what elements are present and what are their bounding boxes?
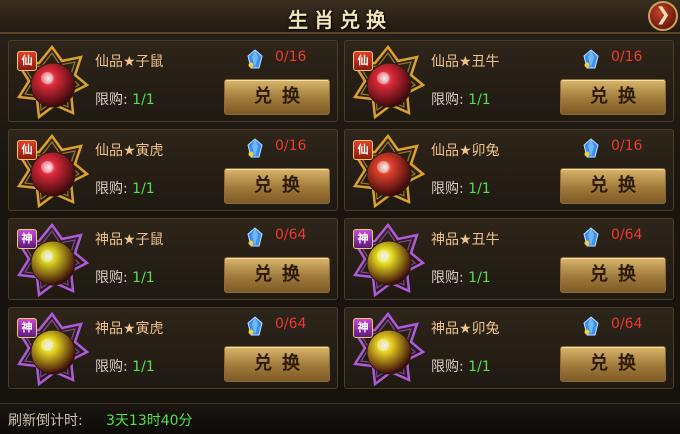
exchange-button[interactable]: 兑换: [224, 346, 330, 382]
item-card: 神 神品★子鼠 0/64 限购: 1/1 兑换: [8, 218, 338, 300]
tier-badge: 神: [353, 318, 373, 338]
item-card: 神 神品★丑牛 0/64 限购: 1/1 兑换: [344, 218, 674, 300]
limit-label: 限购:: [95, 270, 128, 286]
cost-counter: 0/16: [611, 49, 643, 65]
purchase-limit: 限购: 1/1: [95, 267, 155, 287]
cost-counter: 0/64: [611, 316, 643, 332]
tier-badge: 仙: [17, 51, 37, 71]
blue-crystal-icon: [583, 227, 599, 247]
purchase-limit: 限购: 1/1: [431, 356, 491, 376]
exchange-button[interactable]: 兑换: [560, 79, 666, 115]
blue-crystal-icon: [583, 316, 599, 336]
blue-crystal-icon: [583, 49, 599, 69]
tier-badge: 神: [353, 229, 373, 249]
exchange-button[interactable]: 兑换: [560, 168, 666, 204]
limit-value: 1/1: [132, 92, 155, 108]
item-card: 仙 仙品★子鼠 0/16 限购: 1/1 兑换: [8, 40, 338, 122]
item-name: 仙品★丑牛: [431, 54, 500, 70]
close-arrow-icon[interactable]: ❯: [648, 1, 678, 31]
item-name: 神品★丑牛: [431, 232, 500, 248]
cost-counter: 0/64: [275, 316, 307, 332]
item-name: 仙品★卯兔: [431, 143, 500, 159]
exchange-button[interactable]: 兑换: [560, 346, 666, 382]
blue-crystal-icon: [247, 49, 263, 69]
item-card: 仙 仙品★卯兔 0/16 限购: 1/1 兑换: [344, 129, 674, 211]
purchase-limit: 限购: 1/1: [431, 89, 491, 109]
exchange-button[interactable]: 兑换: [560, 257, 666, 293]
purchase-limit: 限购: 1/1: [95, 178, 155, 198]
limit-value: 1/1: [132, 270, 155, 286]
blue-crystal-icon: [247, 138, 263, 158]
tier-badge: 神: [17, 229, 37, 249]
item-card: 仙 仙品★寅虎 0/16 限购: 1/1 兑换: [8, 129, 338, 211]
tier-badge: 仙: [17, 140, 37, 160]
item-name: 仙品★寅虎: [95, 143, 164, 159]
tier-badge: 仙: [353, 51, 373, 71]
limit-label: 限购:: [95, 359, 128, 375]
item-name: 神品★卯兔: [431, 321, 500, 337]
exchange-button[interactable]: 兑换: [224, 168, 330, 204]
item-name: 仙品★子鼠: [95, 54, 164, 70]
blue-crystal-icon: [247, 227, 263, 247]
limit-value: 1/1: [468, 359, 491, 375]
limit-value: 1/1: [132, 181, 155, 197]
limit-label: 限购:: [95, 181, 128, 197]
tier-badge: 神: [17, 318, 37, 338]
cost-counter: 0/16: [611, 138, 643, 154]
page-title: 生肖兑换: [288, 8, 392, 32]
item-card: 仙 仙品★丑牛 0/16 限购: 1/1 兑换: [344, 40, 674, 122]
refresh-countdown: 3天13时40分: [106, 413, 193, 429]
limit-label: 限购:: [431, 359, 464, 375]
refresh-footer: 刷新倒计时: 3天13时40分: [0, 403, 680, 434]
exchange-button[interactable]: 兑换: [224, 79, 330, 115]
cost-counter: 0/64: [611, 227, 643, 243]
limit-label: 限购:: [431, 92, 464, 108]
item-name: 神品★寅虎: [95, 321, 164, 337]
limit-value: 1/1: [132, 359, 155, 375]
exchange-button[interactable]: 兑换: [224, 257, 330, 293]
purchase-limit: 限购: 1/1: [431, 267, 491, 287]
exchange-panel: 生肖兑换 ❯ 仙 仙品★子鼠 0/16 限购: 1/1 兑换 仙 仙品★丑牛 0…: [0, 0, 680, 434]
limit-label: 限购:: [95, 92, 128, 108]
purchase-limit: 限购: 1/1: [431, 178, 491, 198]
blue-crystal-icon: [583, 138, 599, 158]
tier-badge: 仙: [353, 140, 373, 160]
item-name: 神品★子鼠: [95, 232, 164, 248]
cost-counter: 0/16: [275, 49, 307, 65]
limit-label: 限购:: [431, 270, 464, 286]
limit-value: 1/1: [468, 181, 491, 197]
refresh-label: 刷新倒计时:: [8, 413, 83, 429]
limit-label: 限购:: [431, 181, 464, 197]
purchase-limit: 限购: 1/1: [95, 356, 155, 376]
limit-value: 1/1: [468, 270, 491, 286]
title-bar: 生肖兑换 ❯: [0, 0, 680, 34]
item-card: 神 神品★寅虎 0/64 限购: 1/1 兑换: [8, 307, 338, 389]
purchase-limit: 限购: 1/1: [95, 89, 155, 109]
blue-crystal-icon: [247, 316, 263, 336]
cost-counter: 0/16: [275, 138, 307, 154]
item-grid: 仙 仙品★子鼠 0/16 限购: 1/1 兑换 仙 仙品★丑牛 0/16 限购:…: [8, 40, 674, 394]
cost-counter: 0/64: [275, 227, 307, 243]
item-card: 神 神品★卯兔 0/64 限购: 1/1 兑换: [344, 307, 674, 389]
limit-value: 1/1: [468, 92, 491, 108]
